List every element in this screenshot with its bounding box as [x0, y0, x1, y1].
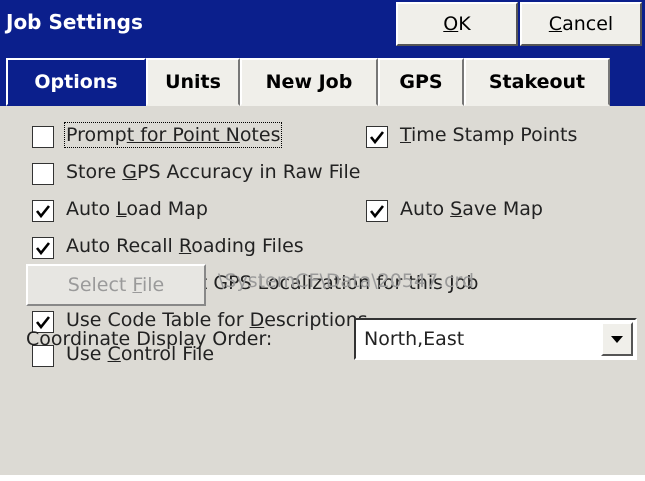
ok-label-u: O: [443, 13, 459, 35]
prompt-notes-label-mid: t for Point: [126, 124, 226, 146]
store-gps-label-u: G: [122, 161, 137, 183]
dropdown-arrow-button[interactable]: [601, 322, 633, 356]
select-file-button[interactable]: Select File: [26, 264, 206, 306]
auto-save-map-label-post: ave Map: [462, 198, 543, 220]
auto-recall-roading-checkbox[interactable]: [32, 237, 54, 259]
auto-recall-label-u: R: [178, 235, 192, 257]
store-gps-accuracy-label: Store GPS Accuracy in Raw File: [66, 161, 361, 183]
cancel-label-u: C: [548, 13, 563, 35]
options-panel: Prompt for Point Notes Time Stamp Points…: [0, 106, 645, 481]
auto-load-map-label-post: oad Map: [126, 198, 208, 220]
coordinate-order-select[interactable]: North,East: [354, 318, 637, 360]
tab-units[interactable]: Units: [146, 58, 240, 106]
cancel-label-post: ancel: [562, 13, 614, 35]
prompt-notes-label-post: otes: [239, 124, 281, 146]
select-file-label-u: F: [132, 274, 142, 296]
store-gps-label-pre: Store: [66, 161, 123, 183]
store-gps-accuracy-checkbox[interactable]: [32, 163, 54, 185]
checkmark-icon: [35, 205, 51, 219]
auto-recall-roading-label: Auto Recall Roading Files: [66, 235, 304, 257]
auto-recall-label-pre: Auto Recall: [66, 235, 179, 257]
coordinate-order-value: North,East: [364, 328, 465, 350]
checkmark-icon: [369, 205, 385, 219]
select-file-label-post: ile: [141, 274, 165, 296]
ok-button[interactable]: OK: [396, 2, 518, 46]
store-gps-label-post: PS Accuracy in Raw File: [137, 161, 361, 183]
time-stamp-label-post: ime Stamp Points: [411, 124, 578, 146]
time-stamp-label: Time Stamp Points: [400, 124, 577, 146]
prompt-notes-label-pre: Promp: [66, 124, 127, 146]
auto-save-map-label-pre: Auto: [400, 198, 451, 220]
cancel-button[interactable]: Cancel: [520, 2, 642, 46]
tab-gps[interactable]: GPS: [378, 58, 464, 106]
auto-save-map-label-u: S: [450, 198, 463, 220]
use-code-table-label-post: escriptions: [264, 309, 368, 331]
checkmark-icon: [369, 131, 385, 145]
title-bar: Job Settings OK Cancel: [0, 0, 645, 50]
tab-options[interactable]: Options: [6, 58, 146, 106]
auto-save-map-checkbox[interactable]: [366, 200, 388, 222]
checkmark-icon: [35, 242, 51, 256]
auto-load-map-checkbox[interactable]: [32, 200, 54, 222]
tab-stakeout[interactable]: Stakeout: [464, 58, 610, 106]
tab-new-job[interactable]: New Job: [240, 58, 378, 106]
tab-strip: Options Units New Job GPS Stakeout: [0, 50, 645, 106]
window-title: Job Settings: [6, 10, 143, 34]
chevron-down-icon: [611, 336, 623, 343]
time-stamp-label-u: T: [400, 124, 412, 146]
prompt-notes-checkbox[interactable]: [32, 126, 54, 148]
auto-load-map-label-pre: Auto: [66, 198, 117, 220]
auto-recall-label-post: oading Files: [191, 235, 304, 257]
auto-save-map-label: Auto Save Map: [400, 198, 543, 220]
bottom-border: [0, 475, 645, 481]
ok-label-post: K: [458, 13, 471, 35]
auto-load-map-label-u: L: [116, 198, 127, 220]
select-file-label-pre: Select: [67, 274, 133, 296]
prompt-notes-label: Prompt for Point Notes: [63, 122, 283, 148]
coordinate-order-label: Coordinate Display Order:: [26, 328, 273, 350]
auto-load-map-label: Auto Load Map: [66, 198, 208, 220]
file-path-text: \SystemCF\Data\20547.crd: [218, 270, 475, 292]
time-stamp-checkbox[interactable]: [366, 126, 388, 148]
prompt-notes-label-u: N: [225, 124, 240, 146]
